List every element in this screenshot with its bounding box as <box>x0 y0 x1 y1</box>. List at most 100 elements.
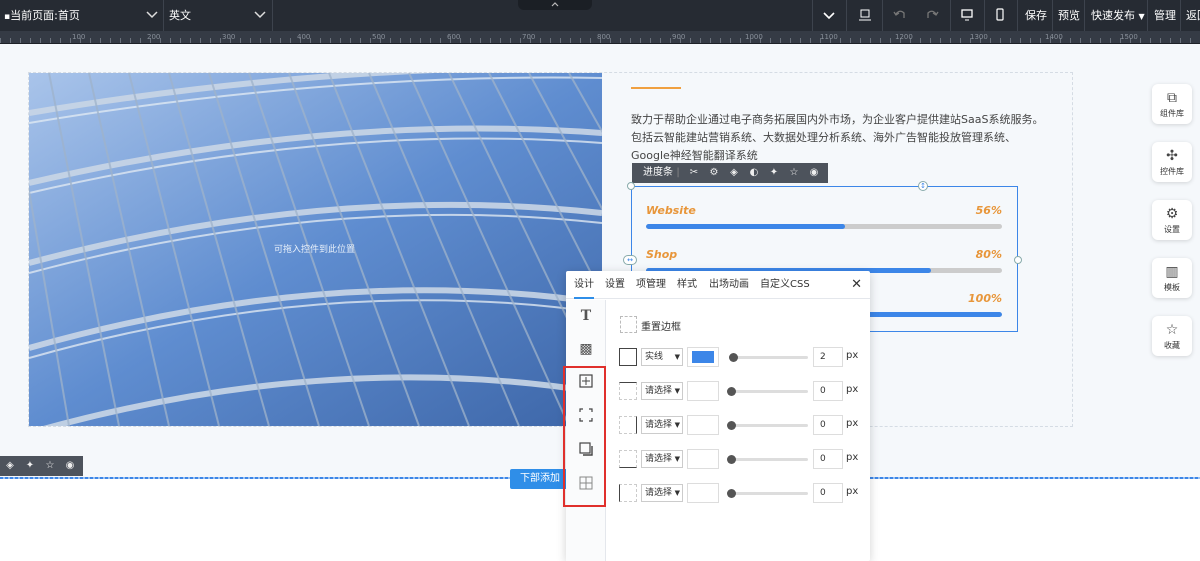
progress-name: Shop <box>646 248 678 261</box>
ruler-number: 1500 <box>1120 33 1138 41</box>
collapse-toolbar-toggle[interactable] <box>518 0 592 10</box>
reset-border-checkbox[interactable] <box>620 316 637 333</box>
gear-icon[interactable]: ⚙ <box>706 165 722 181</box>
progress-track <box>646 224 1002 229</box>
ruler-number: 400 <box>297 33 311 41</box>
widget-type-label: 进度条 <box>643 167 673 178</box>
ruler-number: 200 <box>147 33 161 41</box>
side-button-label: 收藏 <box>1164 341 1180 350</box>
background-icon[interactable]: ▩ <box>574 337 598 361</box>
border-width-input[interactable]: 0 <box>813 381 843 401</box>
side-favorite-button[interactable]: ☆ 收藏 <box>1152 316 1192 356</box>
side-button-label: 控件库 <box>1160 167 1184 176</box>
border-width-slider[interactable] <box>727 489 808 498</box>
page-label: 当前页面:首页 <box>10 9 80 22</box>
close-icon[interactable]: ✕ <box>851 271 862 299</box>
border-color-picker[interactable] <box>687 449 719 469</box>
border-style-value: 请选择 <box>645 386 673 396</box>
tab-settings[interactable]: 设置 <box>605 271 625 299</box>
border-width-slider[interactable] <box>727 455 808 464</box>
side-button-label: 模板 <box>1164 283 1180 292</box>
slider-knob[interactable] <box>727 421 736 430</box>
tab-item-management[interactable]: 项管理 <box>636 271 666 299</box>
tab-design[interactable]: 设计 <box>574 271 594 299</box>
settings-icon: ⚙ <box>1165 206 1179 222</box>
manage-button[interactable]: 管理 <box>1154 0 1176 31</box>
border-width-slider[interactable] <box>728 353 808 362</box>
layers-icon[interactable]: ◈ <box>2 458 18 474</box>
progress-percent: 80% <box>975 248 1002 261</box>
text-style-icon[interactable]: T <box>574 304 598 328</box>
preview-button[interactable]: 预览 <box>1058 0 1080 31</box>
resize-handle-left[interactable]: ↔ <box>623 255 637 265</box>
border-width-input[interactable]: 2 <box>813 347 843 367</box>
ruler-number: 1300 <box>970 33 988 41</box>
ruler-number: 1000 <box>745 33 763 41</box>
magic-wand-icon[interactable]: ✦ <box>22 458 38 474</box>
side-plugin-library-button[interactable]: ✣ 控件库 <box>1152 142 1192 182</box>
border-bottom-preview <box>619 450 637 468</box>
page-dropdown-chevron-icon[interactable] <box>146 0 158 31</box>
eye-icon[interactable]: ◉ <box>806 165 822 181</box>
tab-style[interactable]: 样式 <box>677 271 697 299</box>
side-settings-button[interactable]: ⚙ 设置 <box>1152 200 1192 240</box>
intro-paragraph[interactable]: 致力于帮助企业通过电子商务拓展国内外市场，为企业客户提供建站SaaS系统服务。包… <box>631 111 1051 165</box>
slider-knob[interactable] <box>727 455 736 464</box>
expand-chevron-icon[interactable] <box>822 0 836 31</box>
resize-handle-top[interactable]: ↕ <box>918 181 928 191</box>
border-style-select[interactable]: 请选择 ▼ <box>641 484 683 502</box>
border-color-picker[interactable] <box>687 347 719 367</box>
magic-wand-icon[interactable]: ✦ <box>766 165 782 181</box>
border-width-input[interactable]: 0 <box>813 449 843 469</box>
side-template-button[interactable]: ▥ 模板 <box>1152 258 1192 298</box>
favorite-icon: ☆ <box>1165 322 1179 338</box>
slider-knob[interactable] <box>727 489 736 498</box>
border-style-select[interactable]: 请选择 ▼ <box>641 450 683 468</box>
quick-publish-label: 快速发布 <box>1091 9 1135 22</box>
border-width-slider[interactable] <box>727 421 808 430</box>
resize-handle-top-left[interactable] <box>627 182 635 190</box>
border-width-input[interactable]: 0 <box>813 483 843 503</box>
component-library-icon: ⧉ <box>1167 90 1177 106</box>
resize-handle-right[interactable] <box>1014 256 1022 264</box>
desktop-view-icon[interactable] <box>960 0 974 31</box>
border-color-picker[interactable] <box>687 415 719 435</box>
back-button[interactable]: 返回 <box>1186 0 1200 31</box>
tools-icon[interactable]: ✂ <box>686 165 702 181</box>
panel-tabs: 设计 设置 项管理 样式 出场动画 自定义CSS ✕ <box>566 271 870 299</box>
slider-knob[interactable] <box>727 387 736 396</box>
unit-label: px <box>846 384 859 395</box>
border-width-input[interactable]: 0 <box>813 415 843 435</box>
language-dropdown-chevron-icon[interactable] <box>254 0 266 31</box>
mobile-view-icon[interactable] <box>994 0 1006 31</box>
border-color-picker[interactable] <box>687 381 719 401</box>
side-component-library-button[interactable]: ⧉ 组件库 <box>1152 84 1192 124</box>
language-selector[interactable]: 英文 <box>169 0 191 31</box>
align-icon[interactable] <box>858 0 872 31</box>
quick-publish-button[interactable]: 快速发布 ▼ <box>1091 0 1145 31</box>
border-style-select[interactable]: 实线 ▼ <box>641 348 683 366</box>
save-button[interactable]: 保存 <box>1025 0 1047 31</box>
chevron-down-icon: ▼ <box>674 387 680 395</box>
border-width-slider[interactable] <box>727 387 808 396</box>
layers-icon[interactable]: ◈ <box>726 165 742 181</box>
caret-down-icon: ▼ <box>1138 12 1145 21</box>
eye-icon[interactable]: ◉ <box>62 458 78 474</box>
undo-icon[interactable] <box>893 0 907 31</box>
slider-knob[interactable] <box>728 353 738 362</box>
template-icon: ▥ <box>1165 264 1179 280</box>
chevron-down-icon: ▼ <box>674 353 680 361</box>
progress-fill <box>646 224 846 229</box>
redo-icon[interactable] <box>925 0 939 31</box>
star-icon[interactable]: ☆ <box>42 458 58 474</box>
tab-custom-css[interactable]: 自定义CSS <box>760 271 810 299</box>
border-style-select[interactable]: 请选择 ▼ <box>641 382 683 400</box>
star-icon[interactable]: ☆ <box>786 165 802 181</box>
border-color-picker[interactable] <box>687 483 719 503</box>
palette-icon[interactable]: ◐ <box>746 165 762 181</box>
ruler-number: 1400 <box>1045 33 1063 41</box>
tab-entrance-animation[interactable]: 出场动画 <box>709 271 749 299</box>
ruler-number: 700 <box>522 33 536 41</box>
page-selector[interactable]: ▪当前页面:首页 <box>4 0 80 31</box>
border-style-select[interactable]: 请选择 ▼ <box>641 416 683 434</box>
